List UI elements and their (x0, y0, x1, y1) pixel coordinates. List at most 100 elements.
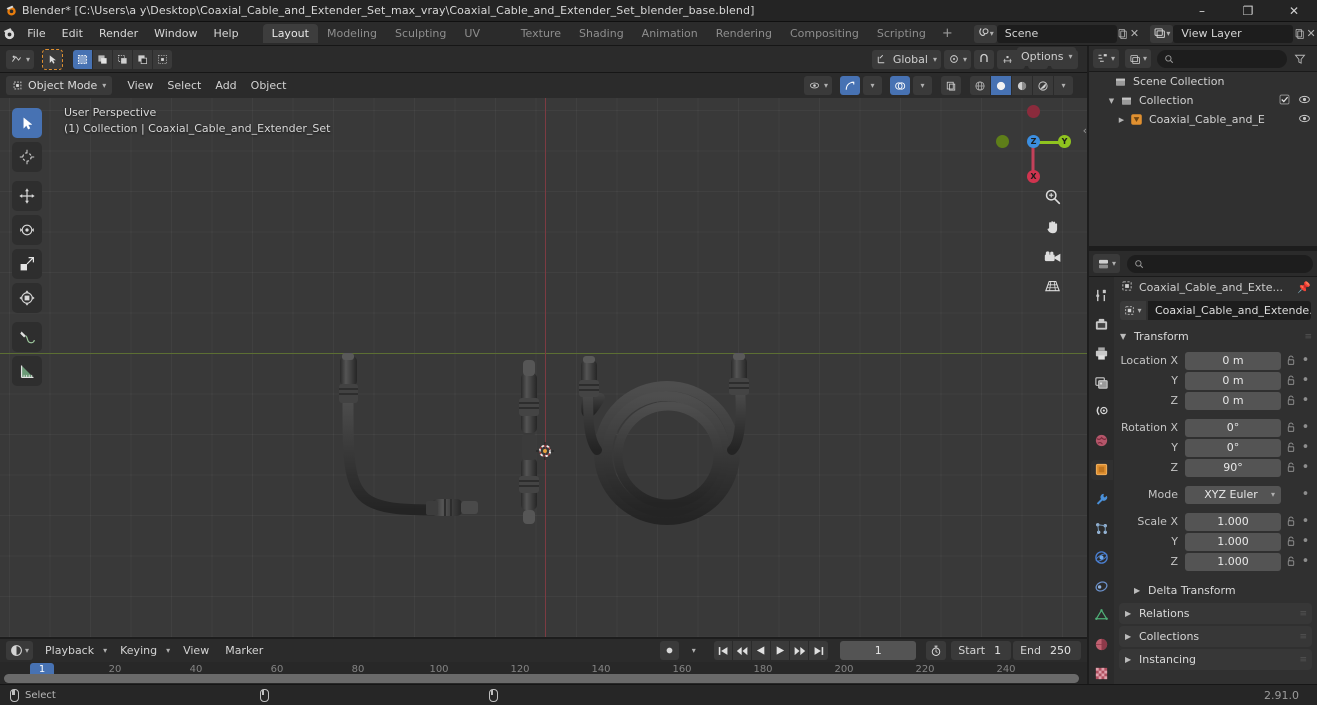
outliner-row-object[interactable]: ▶ Coaxial_Cable_and_E (1089, 110, 1317, 129)
timeline-menu-keying[interactable]: Keying (113, 641, 164, 660)
tab-sculpting[interactable]: Sculpting (386, 24, 455, 43)
menu-window[interactable]: Window (146, 24, 205, 44)
properties-search-input[interactable] (1127, 254, 1313, 273)
timeline-editor-type-button[interactable]: ▾ (6, 641, 34, 660)
tab-layout[interactable]: Layout (262, 24, 318, 43)
interaction-mode-dropdown[interactable]: Object Mode ▾ (6, 76, 113, 95)
xray-toggle[interactable] (941, 76, 961, 95)
animate-rotation-z-icon[interactable]: • (1300, 461, 1311, 474)
zoom-icon[interactable] (1042, 186, 1063, 207)
lock-scale-y-icon[interactable] (1284, 536, 1297, 547)
collection-checkbox[interactable] (1279, 94, 1290, 108)
outliner-display-mode-button[interactable]: ▾ (1125, 49, 1152, 68)
animate-scale-y-icon[interactable]: • (1300, 535, 1311, 548)
menu-render[interactable]: Render (91, 24, 146, 44)
menu-help[interactable]: Help (205, 24, 246, 44)
tab-texture[interactable] (1091, 664, 1113, 684)
object-expand-icon[interactable]: ▶ (1115, 116, 1128, 124)
animate-rotation-x-icon[interactable]: • (1300, 421, 1311, 434)
lock-location-z-icon[interactable] (1284, 395, 1297, 406)
value-location-z[interactable]: 0 m (1185, 391, 1281, 410)
tab-output[interactable] (1091, 343, 1113, 363)
value-location-y[interactable]: 0 m (1185, 371, 1281, 390)
tab-object[interactable] (1090, 459, 1113, 480)
add-workspace-button[interactable]: + (935, 26, 960, 41)
tab-compositing[interactable]: Compositing (781, 24, 868, 43)
play-reverse-icon[interactable] (752, 641, 772, 660)
tab-shading[interactable]: Shading (570, 24, 633, 43)
panel-header-instancing[interactable]: ▶ Instancing ≡ (1119, 649, 1312, 670)
outliner-row-scene-collection[interactable]: Scene Collection (1089, 72, 1317, 91)
tab-modeling[interactable]: Modeling (318, 24, 386, 43)
timeline-scrollbar[interactable] (4, 674, 1079, 683)
remove-view-layer-button[interactable]: ✕ (1305, 25, 1317, 43)
select-intersect-button[interactable] (153, 49, 173, 69)
viewport-menu-add[interactable]: Add (208, 76, 243, 95)
tab-animation[interactable]: Animation (633, 24, 707, 43)
overlays-dropdown[interactable]: ▾ (913, 76, 932, 95)
outliner-search-input[interactable] (1157, 49, 1287, 68)
current-frame-field[interactable]: 1 (840, 641, 917, 660)
navigation-gizmo[interactable]: Z Y X (996, 105, 1071, 183)
timeline-menu-marker[interactable]: Marker (218, 641, 270, 660)
select-extend-button[interactable] (93, 49, 113, 69)
select-invert-button[interactable] (133, 49, 153, 69)
tab-view-layer[interactable] (1091, 372, 1113, 392)
view-layer-name-field[interactable]: View Layer (1173, 24, 1294, 43)
visibility-dropdown[interactable]: ▾ (803, 76, 832, 95)
use-preview-range-icon[interactable] (926, 641, 947, 660)
animate-rotation-y-icon[interactable]: • (1300, 441, 1311, 454)
value-location-x[interactable]: 0 m (1185, 351, 1281, 370)
tab-scene[interactable] (1091, 402, 1113, 422)
value-rotation-z[interactable]: 90° (1185, 458, 1281, 477)
menu-edit[interactable]: Edit (54, 24, 91, 44)
animate-rotation-mode-icon[interactable]: • (1300, 488, 1311, 501)
object-id-type-button[interactable]: ▾ (1120, 301, 1146, 320)
editor-type-button[interactable]: ▾ (6, 49, 35, 69)
end-frame-field[interactable]: End 250 (1013, 641, 1081, 660)
viewport-menu-object[interactable]: Object (244, 76, 294, 95)
panel-header-transform[interactable]: ▼ Transform ≡ (1114, 326, 1317, 347)
new-scene-button[interactable] (1117, 25, 1129, 43)
value-scale-x[interactable]: 1.000 (1185, 512, 1281, 531)
tab-rendering[interactable]: Rendering (707, 24, 781, 43)
collection-expand-icon[interactable]: ▼ (1105, 97, 1118, 105)
ortho-perspective-icon[interactable] (1042, 276, 1063, 297)
animate-location-x-icon[interactable]: • (1300, 354, 1311, 367)
pin-id-icon[interactable]: 📌 (1297, 281, 1311, 294)
gizmo-toggle[interactable] (840, 76, 860, 95)
jump-to-start-icon[interactable] (714, 641, 734, 660)
lock-location-x-icon[interactable] (1284, 355, 1297, 366)
value-scale-y[interactable]: 1.000 (1185, 532, 1281, 551)
animate-scale-x-icon[interactable]: • (1300, 515, 1311, 528)
tab-particles[interactable] (1091, 518, 1113, 538)
view-layer-selector[interactable]: ▾ (1150, 24, 1174, 43)
select-set-button[interactable] (73, 49, 93, 69)
blender-logo-icon[interactable] (0, 22, 19, 46)
scene-selector[interactable]: ▾ (973, 24, 997, 43)
lock-rotation-x-icon[interactable] (1284, 422, 1297, 433)
camera-view-icon[interactable] (1042, 246, 1063, 267)
tab-tool[interactable] (1091, 285, 1113, 305)
panel-header-collections[interactable]: ▶ Collections ≡ (1119, 626, 1312, 647)
wireframe-shading-button[interactable] (970, 76, 990, 95)
tab-physics[interactable] (1091, 547, 1113, 567)
viewport-menu-select[interactable]: Select (160, 76, 208, 95)
lock-location-y-icon[interactable] (1284, 375, 1297, 386)
auto-keying-dropdown[interactable]: ▾ (684, 641, 703, 660)
tab-world[interactable] (1091, 431, 1113, 451)
tab-render[interactable] (1091, 314, 1113, 334)
timeline-menu-playback[interactable]: Playback (38, 641, 101, 660)
gizmo-ball-neg-x[interactable] (1027, 105, 1040, 118)
properties-editor-type-button[interactable]: ▾ (1093, 254, 1121, 273)
lock-rotation-z-icon[interactable] (1284, 462, 1297, 473)
snap-pivot-dropdown[interactable]: ▾ (943, 49, 971, 69)
maximize-button[interactable]: ❐ (1225, 0, 1271, 22)
tab-scripting[interactable]: Scripting (868, 24, 935, 43)
new-view-layer-button[interactable] (1293, 25, 1305, 43)
rendered-shading-button[interactable] (1033, 76, 1053, 95)
panel-header-relations[interactable]: ▶ Relations ≡ (1119, 603, 1312, 624)
select-subtract-button[interactable] (113, 49, 133, 69)
close-button[interactable]: ✕ (1271, 0, 1317, 22)
remove-scene-button[interactable]: ✕ (1129, 25, 1141, 43)
